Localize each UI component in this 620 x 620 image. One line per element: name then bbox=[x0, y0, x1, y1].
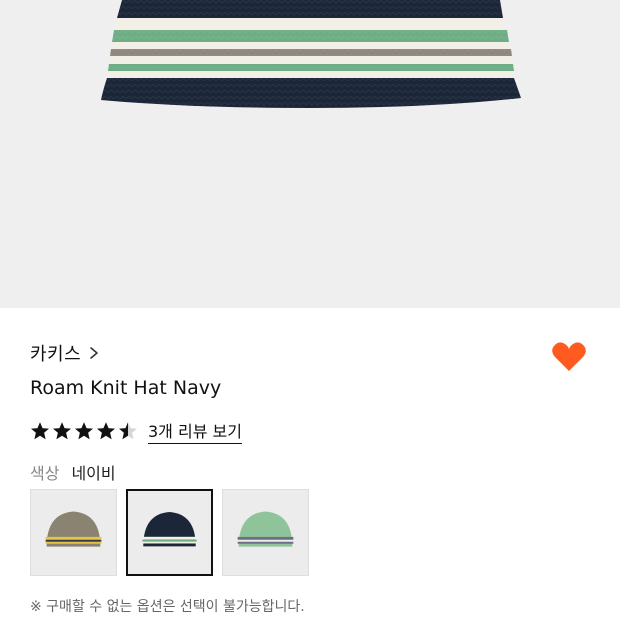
product-title: Roam Knit Hat Navy bbox=[30, 377, 222, 399]
star-icon bbox=[31, 422, 49, 440]
star-rating bbox=[30, 421, 138, 441]
brand-link[interactable]: 카키스 bbox=[30, 340, 101, 366]
color-option-row: 색상 네이비 bbox=[30, 460, 116, 484]
product-image[interactable] bbox=[0, 0, 620, 308]
color-value: 네이비 bbox=[71, 464, 116, 483]
product-info-panel: 카키스 Roam Knit Hat Navy 3개 리뷰 보기 색상 네이비 ※… bbox=[0, 308, 620, 620]
knit-hat-thumbnail bbox=[237, 511, 294, 547]
star-icon bbox=[75, 422, 93, 440]
chevron-right-icon bbox=[90, 347, 98, 359]
star-icon bbox=[97, 422, 115, 440]
knit-hat-thumbnail bbox=[45, 511, 102, 547]
review-link[interactable]: 3개 리뷰 보기 bbox=[148, 418, 242, 444]
star-icon bbox=[53, 422, 71, 440]
star-icon bbox=[119, 422, 137, 440]
brand-name[interactable]: 카키스 bbox=[30, 340, 81, 366]
knit-hat-image bbox=[101, 0, 521, 108]
swatch-navy[interactable] bbox=[126, 489, 213, 576]
option-notice: ※ 구매할 수 없는 옵션은 선택이 불가능합니다. bbox=[30, 599, 305, 615]
color-label: 색상 bbox=[30, 464, 60, 483]
knit-hat-thumbnail bbox=[142, 511, 197, 547]
swatch-green[interactable] bbox=[222, 489, 309, 576]
rating-row: 3개 리뷰 보기 bbox=[30, 418, 242, 444]
heart-icon[interactable] bbox=[550, 338, 588, 376]
color-swatches bbox=[30, 489, 309, 576]
swatch-khaki[interactable] bbox=[30, 489, 117, 576]
